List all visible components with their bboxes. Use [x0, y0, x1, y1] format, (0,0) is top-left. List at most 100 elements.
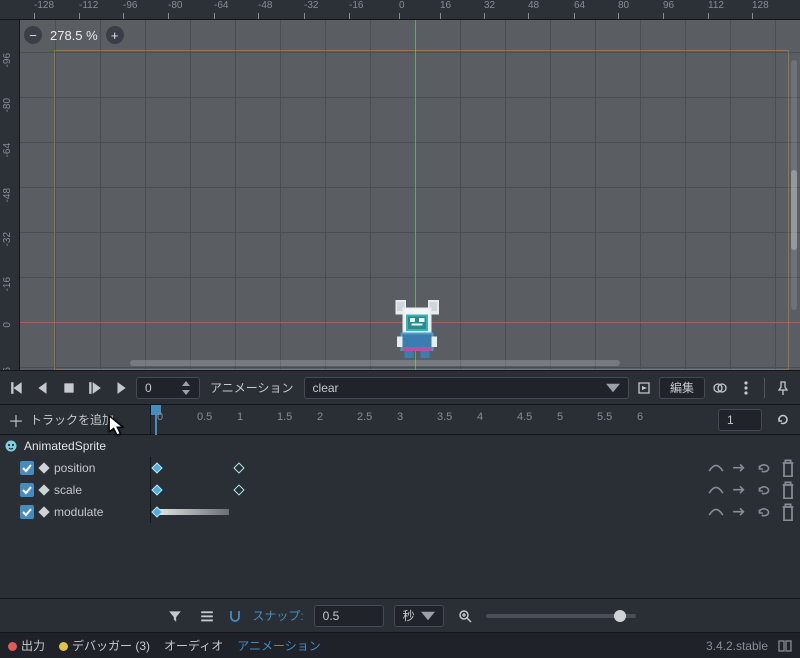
ruler-tick: 0: [399, 0, 405, 11]
ruler-tick: 64: [574, 0, 585, 11]
debugger-tab[interactable]: デバッガー (3): [59, 637, 150, 654]
ruler-tick: -112: [79, 0, 98, 11]
track-lane[interactable]: [150, 457, 650, 479]
ruler-tick: 128: [752, 0, 769, 11]
keyframe[interactable]: [233, 484, 244, 495]
ruler-tick: 16: [440, 0, 451, 11]
animation-dropdown-label[interactable]: アニメーション: [204, 379, 300, 396]
track-row[interactable]: modulate: [0, 501, 800, 523]
output-tab[interactable]: 出力: [8, 637, 45, 654]
interp-mode-button[interactable]: [708, 482, 724, 498]
animation-tab[interactable]: アニメーション: [237, 637, 321, 654]
frame-input[interactable]: [136, 377, 200, 399]
loop-mode-button[interactable]: [756, 482, 772, 498]
ruler-tick: 112: [708, 0, 724, 11]
time-tick: 3: [397, 411, 403, 423]
version-label: 3.4.2.stable: [706, 639, 768, 653]
node-row[interactable]: AnimatedSprite: [0, 435, 800, 457]
tracks-area: AnimatedSprite positionscalemodulate: [0, 435, 800, 598]
play-from-start-button[interactable]: [84, 377, 106, 399]
remove-track-button[interactable]: [780, 482, 796, 498]
zoom-slider[interactable]: [486, 614, 636, 618]
edit-button-label: 編集: [670, 379, 694, 396]
zoom-in-button[interactable]: +: [106, 26, 124, 44]
ruler-tick: 80: [618, 0, 629, 11]
ruler-tick: -80: [168, 0, 182, 11]
play-button[interactable]: [110, 377, 132, 399]
loop-mode-button[interactable]: [756, 460, 772, 476]
vscroll-thumb[interactable]: [791, 170, 797, 250]
keyframe[interactable]: [151, 462, 162, 473]
chevron-down-icon: [421, 609, 435, 623]
track-lane[interactable]: [150, 501, 650, 523]
animation-select[interactable]: clear: [304, 377, 629, 399]
length-value[interactable]: [725, 412, 755, 428]
onion-skin-button[interactable]: [709, 377, 731, 399]
time-tick: 3.5: [437, 411, 452, 423]
add-track-button[interactable]: ＋ トラックを追加: [0, 408, 150, 432]
autoplay-button[interactable]: [633, 377, 655, 399]
filter-button[interactable]: [164, 605, 186, 627]
canvas-viewport[interactable]: − 278.5 % +: [20, 20, 800, 370]
stop-button[interactable]: [58, 377, 80, 399]
ruler-tick: 96: [663, 0, 674, 11]
wrap-mode-button[interactable]: [732, 504, 748, 520]
track-row[interactable]: position: [0, 457, 800, 479]
keyframe[interactable]: [233, 462, 244, 473]
more-menu-button[interactable]: [735, 377, 757, 399]
ruler-tick: -48: [2, 188, 13, 202]
track-enable-checkbox[interactable]: [20, 505, 34, 519]
keyframe[interactable]: [151, 484, 162, 495]
loop-button[interactable]: [772, 409, 794, 431]
zoom-reset-button[interactable]: [454, 605, 476, 627]
length-input[interactable]: [718, 409, 762, 431]
wrap-mode-button[interactable]: [732, 482, 748, 498]
frame-value[interactable]: [143, 380, 173, 396]
time-tick: 5.5: [597, 411, 612, 423]
status-bar: 出力 デバッガー (3) オーディオ アニメーション 3.4.2.stable: [0, 632, 800, 658]
track-lane[interactable]: [150, 479, 650, 501]
track-enable-checkbox[interactable]: [20, 461, 34, 475]
ruler-tick: -80: [2, 98, 13, 112]
snap-value-input[interactable]: [314, 605, 384, 627]
snap-unit-label: 秒: [403, 607, 415, 624]
play-backward-button[interactable]: [32, 377, 54, 399]
interp-mode-button[interactable]: [708, 504, 724, 520]
zoom-out-button[interactable]: −: [24, 26, 42, 44]
ruler-tick: -16: [2, 277, 13, 291]
tracklist-button[interactable]: [196, 605, 218, 627]
ruler-left: -96-80-64-48-32-16016: [0, 20, 20, 370]
time-tick: 2.5: [357, 411, 372, 423]
snap-value[interactable]: [321, 608, 351, 624]
remove-track-button[interactable]: [780, 504, 796, 520]
pin-button[interactable]: [772, 377, 794, 399]
edit-button[interactable]: 編集: [659, 377, 705, 399]
spinner-icon[interactable]: [179, 381, 193, 395]
track-enable-checkbox[interactable]: [20, 483, 34, 497]
interp-mode-button[interactable]: [708, 460, 724, 476]
ruler-tick: -128: [34, 0, 54, 11]
ruler-tick: 32: [484, 0, 495, 11]
track-segment[interactable]: [155, 509, 229, 515]
zoom-value[interactable]: 278.5 %: [50, 28, 98, 43]
diamond-icon: [38, 484, 49, 495]
separator: [764, 378, 765, 398]
layout-toggle-icon[interactable]: [778, 639, 792, 653]
zoom-slider-thumb[interactable]: [614, 610, 626, 622]
remove-track-button[interactable]: [780, 460, 796, 476]
diamond-icon: [38, 506, 49, 517]
canvas-hscroll[interactable]: [130, 360, 620, 366]
snap-unit-select[interactable]: 秒: [394, 605, 444, 627]
time-tick: 2: [317, 411, 323, 423]
time-ruler[interactable]: 00.511.522.533.544.555.56: [150, 405, 650, 434]
wrap-mode-button[interactable]: [732, 460, 748, 476]
sprite-node-icon: [4, 439, 18, 453]
audio-tab[interactable]: オーディオ: [164, 637, 223, 654]
play-backward-end-button[interactable]: [6, 377, 28, 399]
track-row[interactable]: scale: [0, 479, 800, 501]
loop-mode-button[interactable]: [756, 504, 772, 520]
animation-select-value: clear: [313, 381, 339, 395]
canvas-vscroll[interactable]: [791, 60, 797, 310]
animation-panel: アニメーション clear 編集 ＋ トラックを追加 00.511.522.53…: [0, 370, 800, 632]
animated-sprite-preview[interactable]: [388, 296, 446, 362]
